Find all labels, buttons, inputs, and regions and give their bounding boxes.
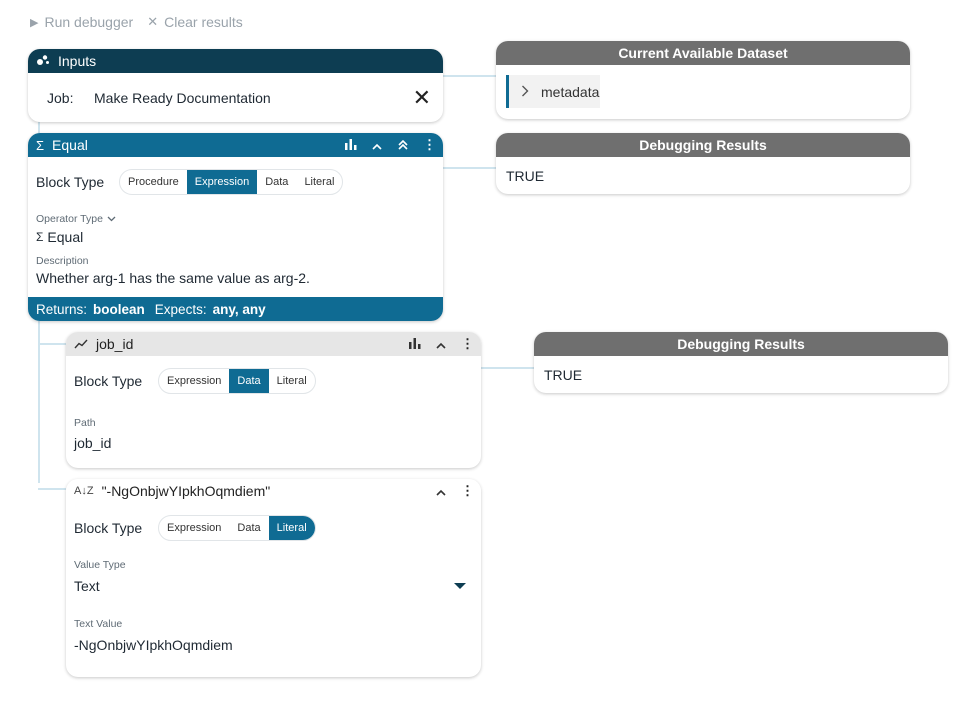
expects-value: any, any (212, 301, 266, 317)
equal-block-type-selector: Procedure Expression Data Literal (119, 169, 344, 195)
job-id-block-type-literal[interactable]: Literal (269, 369, 315, 393)
connector-children-vertical (38, 321, 40, 483)
caret-down-icon[interactable] (454, 583, 466, 589)
path-value[interactable]: job_id (74, 435, 473, 451)
chevron-right-icon (521, 84, 529, 100)
equal-block-type-literal[interactable]: Literal (296, 170, 342, 194)
run-debugger-label: Run debugger (44, 14, 134, 30)
job-value[interactable]: Make Ready Documentation (94, 90, 413, 106)
sigma-icon: Σ (36, 137, 45, 153)
literal-title: "-NgOnbjwYIpkhOqmdiem" (101, 483, 271, 499)
path-label: Path (74, 417, 96, 429)
equal-block-type-expression[interactable]: Expression (186, 170, 258, 194)
equal-block-type-data[interactable]: Data (257, 170, 296, 194)
dataset-item-label: metadata (541, 83, 600, 100)
debugging-results-title-1: Debugging Results (639, 137, 767, 153)
job-id-title: job_id (96, 336, 134, 352)
value-type-value: Text (74, 578, 100, 594)
dataset-title: Current Available Dataset (618, 45, 788, 61)
connector-child-literal (38, 488, 66, 490)
literal-block-type-data[interactable]: Data (229, 516, 268, 540)
inputs-title: Inputs (58, 53, 97, 69)
inputs-card: Inputs Job: Make Ready Documentation ✕ (28, 49, 443, 122)
connector-child-jobid (38, 343, 66, 345)
play-icon: ▶ (30, 16, 39, 29)
equal-signature-bar: Returns: boolean Expects: any, any (28, 297, 443, 321)
debugging-results-card-2: Debugging Results TRUE (534, 332, 948, 393)
equal-block-type-label: Block Type (36, 174, 105, 190)
trend-line-icon (74, 336, 88, 352)
text-value-label: Text Value (74, 618, 123, 630)
value-type-label: Value Type (74, 559, 126, 571)
clear-results-button[interactable]: ✕ Clear results (147, 14, 243, 30)
operator-type-label: Operator Type (36, 213, 103, 225)
clear-results-label: Clear results (164, 14, 243, 30)
operator-value: Equal (47, 229, 84, 245)
connector-jobid-results (481, 367, 534, 369)
text-value-input[interactable]: -NgOnbjwYIpkhOqmdiem (74, 637, 473, 653)
literal-more-vert-icon[interactable]: ⋮ (461, 483, 474, 499)
chevron-up-icon[interactable] (371, 138, 383, 153)
job-id-block-type-expression[interactable]: Expression (159, 369, 229, 393)
debugging-results-title-2: Debugging Results (677, 336, 805, 352)
literal-block-type-expression[interactable]: Expression (159, 516, 229, 540)
equal-title: Equal (52, 137, 88, 153)
description-value: Whether arg-1 has the same value as arg-… (36, 270, 310, 286)
literal-block-type-selector: Expression Data Literal (158, 515, 316, 541)
literal-header: A↓Z "-NgOnbjwYIpkhOqmdiem" ⋮ (66, 479, 481, 503)
job-id-block-type-label: Block Type (74, 373, 143, 389)
equal-block-type-procedure[interactable]: Procedure (120, 170, 187, 194)
dataset-card: Current Available Dataset metadata (496, 41, 910, 119)
literal-card: A↓Z "-NgOnbjwYIpkhOqmdiem" ⋮ Block Type … (66, 479, 481, 677)
literal-block-type-label: Block Type (74, 520, 143, 536)
debugging-results-header-2: Debugging Results (534, 332, 948, 356)
value-type-select[interactable]: Value Type Text (66, 559, 481, 594)
description-label: Description (36, 255, 89, 267)
job-id-block-type-selector: Expression Data Literal (158, 368, 316, 394)
job-id-chevron-up-icon[interactable] (435, 337, 447, 352)
connector-equal-results (443, 167, 496, 169)
double-chevron-up-icon[interactable] (397, 138, 409, 153)
debugging-results-value-1: TRUE (506, 168, 545, 184)
literal-block-type-literal[interactable]: Literal (268, 516, 315, 540)
job-id-more-vert-icon[interactable]: ⋮ (461, 336, 474, 352)
connector-inputs-dataset (443, 75, 496, 77)
literal-chevron-up-icon[interactable] (435, 484, 447, 499)
operator-sigma-icon: Σ (36, 230, 44, 244)
job-id-card: job_id ⋮ Block Type Expression Data Lite… (66, 332, 481, 468)
debugging-results-header-1: Debugging Results (496, 133, 910, 157)
returns-label: Returns: (36, 301, 88, 317)
job-id-header: job_id ⋮ (66, 332, 481, 356)
text-az-icon: A↓Z (74, 485, 94, 497)
expects-label: Expects: (154, 301, 207, 317)
inputs-icon (36, 53, 50, 69)
equal-card: Σ Equal ⋮ Block Type Procedure Expressio… (28, 133, 443, 321)
debugging-results-card-1: Debugging Results TRUE (496, 133, 910, 194)
run-debugger-button[interactable]: ▶ Run debugger (30, 14, 133, 30)
dataset-header: Current Available Dataset (496, 41, 910, 65)
debugger-toolbar: ▶ Run debugger ✕ Clear results (30, 14, 243, 30)
bar-chart-icon[interactable] (345, 138, 357, 153)
job-label: Job: (47, 89, 74, 106)
returns-value: boolean (93, 301, 145, 317)
more-vert-icon[interactable]: ⋮ (423, 137, 436, 153)
dataset-item-metadata[interactable]: metadata (506, 75, 600, 108)
equal-header: Σ Equal ⋮ (28, 133, 443, 157)
debugging-results-value-2: TRUE (544, 367, 583, 383)
close-icon: ✕ (147, 14, 159, 29)
job-id-bar-chart-icon[interactable] (409, 337, 421, 352)
inputs-header: Inputs (28, 49, 443, 73)
remove-job-icon[interactable]: ✕ (413, 86, 431, 109)
job-id-block-type-data[interactable]: Data (229, 369, 269, 393)
chevron-down-icon (107, 209, 116, 225)
operator-type-dropdown[interactable]: Operator Type Σ Equal (28, 209, 443, 245)
